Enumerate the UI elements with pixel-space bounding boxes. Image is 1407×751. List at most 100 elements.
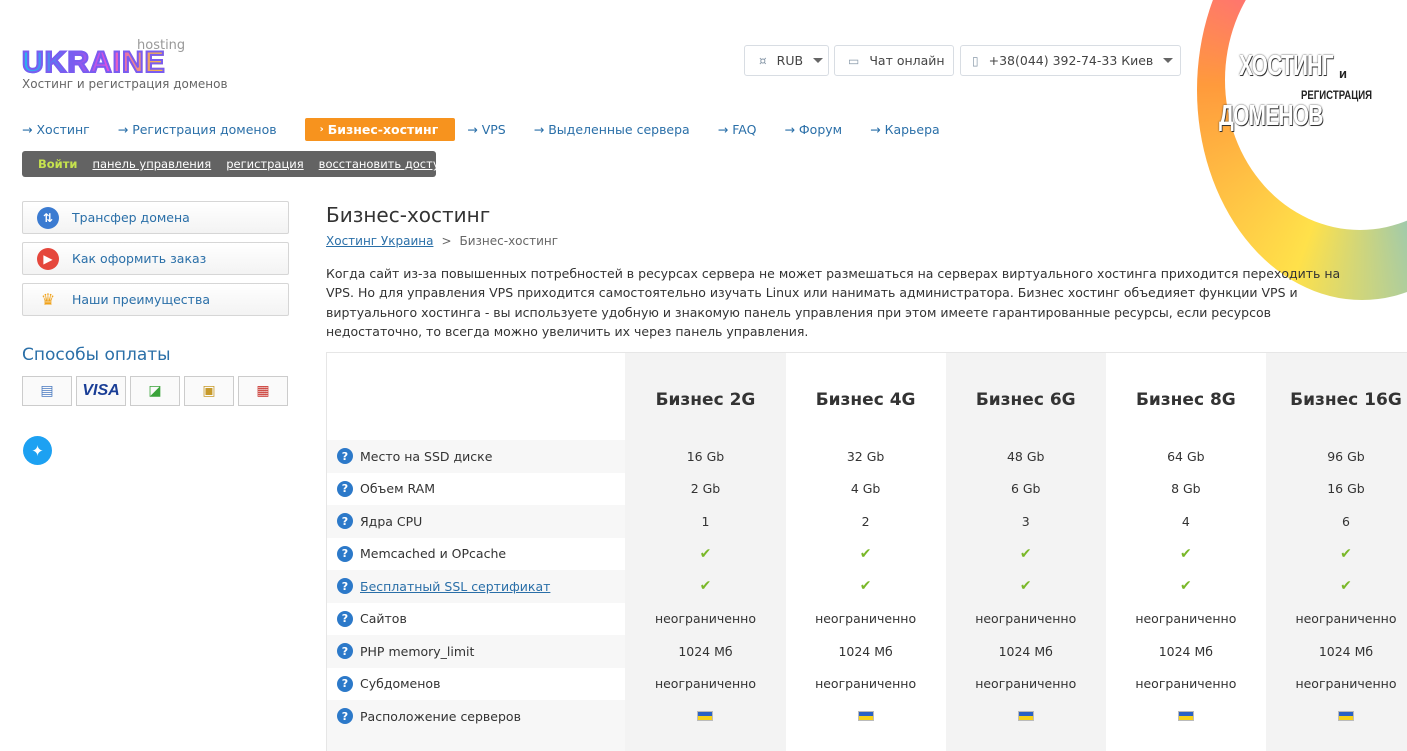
arrow-right-icon: › [319, 123, 324, 135]
advantages-button[interactable]: ♛ Наши преимущества [22, 283, 289, 316]
check-icon: ✔ [1019, 578, 1032, 595]
question-icon[interactable]: ? [337, 578, 353, 595]
nav-item-business-hosting[interactable]: › Бизнес-хостинг [304, 117, 456, 141]
nav-item-career[interactable]: → Карьера [870, 122, 940, 137]
table-cell: ✔ [786, 538, 946, 571]
chevron-down-icon [1163, 58, 1174, 63]
table-cell: ✔ [1106, 570, 1266, 603]
row-label: PHP memory_limit [360, 643, 475, 659]
visa-icon[interactable]: VISA [76, 376, 126, 406]
restore-access-link[interactable]: восстановить доступ [319, 157, 447, 171]
domain-transfer-button[interactable]: ⇅ Трансфер домена [22, 201, 289, 234]
row-label-cell: ? Субдоменов [327, 668, 625, 701]
check-icon: ✔ [1179, 545, 1192, 562]
table-cell: неограниченно [1265, 602, 1407, 635]
question-icon[interactable]: ? [337, 545, 353, 562]
cell-value: 4 [1181, 513, 1190, 529]
question-icon[interactable]: ? [337, 513, 353, 530]
table-cell: 1024 Мб [625, 635, 786, 668]
control-panel-link[interactable]: панель управления [92, 157, 211, 171]
currency-select[interactable]: ¤ RUB [744, 45, 829, 76]
payment-methods: ▤ VISA ◪ ▣ ▦ [22, 376, 292, 406]
nav-item-faq[interactable]: → FAQ [718, 122, 757, 137]
cell-value: 2 [861, 513, 870, 529]
privatbank-icon[interactable]: ◪ [130, 376, 180, 406]
table-cell: 4 [1106, 505, 1266, 538]
cell-value: 6 [1341, 513, 1350, 529]
cell-value: 6 Gb [1010, 481, 1041, 497]
question-icon[interactable]: ? [337, 675, 353, 692]
table-cell [625, 700, 786, 733]
table-cell: ✔ [1265, 537, 1407, 570]
table-cell: 32 Gb [786, 440, 946, 473]
nav-item-domains[interactable]: → Регистрация доменов [118, 122, 277, 137]
phone-number: +38(044) 392-74-33 Киев [988, 53, 1154, 68]
payment-methods-title: Способы оплаты [22, 345, 171, 365]
invoice-icon[interactable]: ▤ [22, 376, 72, 406]
row-label-cell: ? Сайтов [327, 603, 625, 636]
tail-cell [1265, 732, 1407, 751]
site-logo[interactable]: UKRAINE hosting Хостинг и регистрация до… [21, 38, 252, 98]
cell-value: 64 Gb [1167, 448, 1205, 464]
twitter-icon[interactable]: ✦ [23, 436, 52, 465]
plans-table: Бизнес 2G Бизнес 4G Бизнес 6G Бизнес 8G … [326, 352, 1407, 751]
table-cell [786, 700, 946, 733]
promo-banner[interactable]: ХОСТИНГ и РЕГИСТРАЦИЯ ДОМЕНОВ [1219, 50, 1379, 140]
table-header-row: Бизнес 2G Бизнес 4G Бизнес 6G Бизнес 8G … [326, 352, 1407, 440]
question-icon[interactable]: ? [337, 448, 353, 465]
table-cell: 16 Gb [625, 440, 786, 473]
nav-item-hosting[interactable]: → Хостинг [22, 122, 90, 137]
ssl-info-link[interactable]: Бесплатный SSL сертификат [360, 579, 550, 594]
advantages-label: Наши преимущества [72, 292, 210, 307]
check-icon: ✔ [859, 578, 872, 595]
cell-value: неограниченно [1295, 676, 1397, 692]
check-icon: ✔ [859, 545, 872, 562]
check-icon: ✔ [1340, 578, 1352, 595]
question-icon[interactable]: ? [337, 643, 353, 660]
breadcrumb-home-link[interactable]: Хостинг Украина [326, 234, 433, 248]
table-cell: неограниченно [1106, 668, 1266, 701]
table-cell: неограниченно [1106, 603, 1266, 636]
how-to-order-button[interactable]: ▶ Как оформить заказ [22, 242, 289, 275]
cell-value: 3 [1021, 513, 1030, 529]
cell-value: неограниченно [975, 611, 1077, 627]
table-row: ? Объем RAM 2 Gb 4 Gb 6 Gb 8 Gb 16 Gb [326, 472, 1407, 505]
table-cell: 6 [1265, 505, 1407, 538]
table-cell [1265, 700, 1407, 733]
question-icon[interactable]: ? [337, 610, 353, 627]
table-cell: неограниченно [786, 603, 946, 636]
table-cell: ✔ [1106, 538, 1266, 571]
cell-value: 1 [701, 513, 710, 529]
nav-item-vps[interactable]: → VPS [467, 122, 506, 137]
tail-cell [786, 733, 946, 751]
nav-item-forum[interactable]: → Форум [784, 122, 842, 137]
ukraine-flag-icon [1177, 711, 1194, 722]
safe-icon[interactable]: ▣ [184, 376, 234, 406]
table-row: ? Расположение серверов [326, 700, 1407, 733]
cell-value: 1024 Мб [838, 643, 893, 659]
table-row: ? Memcached и OPcache ✔ ✔ ✔ ✔ ✔ [326, 537, 1407, 571]
table-cell: неограниченно [625, 602, 786, 635]
logo-hosting: hosting [137, 38, 186, 53]
cell-value: 1024 Мб [998, 643, 1053, 659]
table-cell: 64 Gb [1106, 440, 1266, 473]
chat-online-button[interactable]: ▭ Чат онлайн [834, 45, 954, 76]
row-label: Объем RAM [360, 481, 435, 497]
check-icon: ✔ [699, 545, 712, 562]
table-cell: неограниченно [625, 667, 786, 700]
terminal-icon[interactable]: ▦ [238, 376, 288, 406]
arrow-right-icon: → [533, 121, 545, 137]
question-icon[interactable]: ? [337, 480, 353, 497]
promo-line-1: ХОСТИНГ [1239, 50, 1334, 82]
nav-item-dedicated[interactable]: → Выделенные сервера [534, 122, 690, 137]
phone-select[interactable]: ▯ +38(044) 392-74-33 Киев [960, 45, 1181, 76]
register-link[interactable]: регистрация [226, 157, 303, 171]
question-icon[interactable]: ? [337, 708, 353, 725]
intro-text: Когда сайт из-за повышенных потребностей… [326, 266, 1341, 340]
login-link[interactable]: Войти [38, 157, 77, 171]
cell-value: 4 Gb [850, 481, 881, 497]
table-cell: 1024 Мб [786, 635, 946, 668]
cell-value: неограниченно [975, 676, 1077, 692]
promo-line-4: ДОМЕНОВ [1219, 100, 1324, 132]
currency-value: RUB [776, 53, 804, 68]
